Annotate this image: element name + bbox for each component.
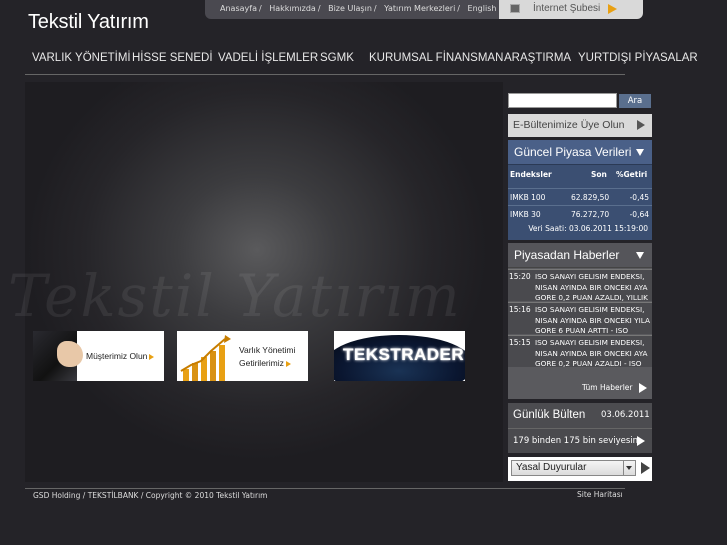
market-data-header[interactable]: Güncel Piyasa Verileri [508,140,652,165]
site-map-link[interactable]: Site Haritası [577,490,623,499]
index-last: 76.272,70 [571,210,610,219]
top-links-bar: Anasayfa / Hakkımızda / Bize Ulaşın / Yatır… [205,0,499,19]
column-endeksler: Endeksler [510,170,552,179]
table-row: IMKB 30 76.272,70 -0,64 [508,205,652,222]
legal-notices-panel: Yasal Duyurular [508,457,652,481]
table-row: IMKB 100 62.829,50 -0,45 [508,188,652,205]
nav-hisse-senedi[interactable]: HİSSE SENEDİ [132,52,213,64]
daily-bulletin-header: Günlük Bülten 03.06.2011 [508,403,652,429]
banner-label: Varlık Yönetimi Getirilerimiz [239,345,296,368]
market-news-panel: Piyasadan Haberler 15:20 ISO SANAYI GELI… [508,243,652,399]
index-name: IMKB 30 [510,210,541,219]
search-button[interactable]: Ara [619,94,651,108]
nav-varlik-yonetimi[interactable]: VARLIK YÖNETİMİ [32,52,131,64]
top-link-english[interactable]: English [468,4,497,13]
market-news-title: Piyasadan Haberler [514,248,620,262]
tekstrader-logo: TEKSTRADER [343,345,465,364]
banner-varlik-yonetimi-getirileri[interactable]: Varlık Yönetimi Getirilerimiz [177,331,308,381]
news-text: ISO SANAYI GELISIM ENDEKSI, NISAN AYINDA… [535,338,648,367]
market-data-columns: Endeksler Son %Getiri [508,166,652,182]
growth-chart-icon [180,335,231,381]
legal-notices-select[interactable]: Yasal Duyurular [511,460,636,476]
handshake-image [33,331,83,381]
go-arrow-button[interactable] [641,462,650,474]
index-last: 62.829,50 [571,193,610,202]
nav-divider [25,74,625,75]
nav-sgmk[interactable]: SGMK [320,52,354,64]
internet-branch-label: İnternet Şubesi [533,3,601,14]
banner-tekstrader[interactable]: TEKSTRADER [334,331,465,381]
daily-bulletin-text: 179 binden 175 bin seviyesin [513,436,639,446]
data-timestamp: Veri Saati: 03.06.2011 15:19:00 [528,224,648,233]
arrow-icon [285,360,291,367]
news-item[interactable]: 15:20 ISO SANAYI GELISIM ENDEKSI, NISAN … [508,269,652,301]
play-arrow-icon [608,4,617,14]
nav-vadeli-islemler[interactable]: VADELİ İŞLEMLER [218,52,318,64]
news-item[interactable]: 15:16 ISO SANAYI GELISIM ENDEKSI, NISAN … [508,302,652,334]
column-son: Son [591,170,607,179]
news-time: 15:20 [509,272,531,281]
search-input[interactable] [508,93,617,108]
top-link-yatirim-merkezleri[interactable]: Yatırım Merkezleri [384,4,455,13]
copyright-text: GSD Holding / TEKSTİLBANK / Copyright © … [33,491,268,500]
hero-watermark: Tekstil Yatırım [8,262,462,330]
footer-divider [25,488,625,489]
banner-musterimiz-olun[interactable]: Müşterimiz Olun [33,331,164,381]
market-data-title: Güncel Piyasa Verileri [514,145,632,159]
top-link-bize-ulasin[interactable]: Bize Ulaşın [328,4,372,13]
news-time: 15:15 [509,338,531,347]
chevron-down-icon [636,149,644,156]
market-data-panel: Güncel Piyasa Verileri Endeksler Son %Ge… [508,140,652,240]
ebulten-label: E-Bültenimize Üye Olun [513,119,625,131]
top-link-hakkimizda[interactable]: Hakkımızda [269,4,316,13]
play-arrow-icon [637,436,645,446]
play-arrow-icon [637,120,645,130]
news-item[interactable]: 15:15 ISO SANAYI GELISIM ENDEKSI, NISAN … [508,335,652,367]
daily-bulletin-date: 03.06.2011 [601,410,650,420]
chevron-down-icon [636,252,644,259]
column-getiri: %Getiri [616,170,648,179]
top-link-anasayfa[interactable]: Anasayfa [220,4,257,13]
index-change: -0,45 [629,193,649,202]
index-change: -0,64 [629,210,649,219]
daily-bulletin-link[interactable]: 179 binden 175 bin seviyesin [508,430,652,452]
daily-bulletin-panel: Günlük Bülten 03.06.2011 179 binden 175 … [508,403,652,453]
banner-label: Müşterimiz Olun [86,351,155,361]
ebulten-subscribe-button[interactable]: E-Bültenimize Üye Olun [508,114,652,137]
news-text: ISO SANAYI GELISIM ENDEKSI, NISAN AYINDA… [535,305,650,334]
play-arrow-icon [639,383,647,393]
top-links: Anasayfa / Hakkımızda / Bize Ulaşın / Yatır… [220,4,497,13]
internet-branch-button[interactable]: İnternet Şubesi [499,0,643,19]
index-name: IMKB 100 [510,193,546,202]
nav-yurtdisi-piyasalar[interactable]: YURTDIŞI PİYASALAR [578,52,698,64]
news-time: 15:16 [509,305,531,314]
news-text: ISO SANAYI GELISIM ENDEKSI, NISAN AYINDA… [535,272,648,301]
legal-notices-selected: Yasal Duyurular [516,462,587,473]
all-news-link[interactable]: Tüm Haberler [508,377,652,399]
chevron-down-icon [623,461,635,475]
nav-arastirma[interactable]: ARAŞTIRMA [504,52,571,64]
nav-kurumsal-finansman[interactable]: KURUMSAL FİNANSMAN [369,52,503,64]
daily-bulletin-title: Günlük Bülten [513,409,586,421]
all-news-label: Tüm Haberler [582,383,633,392]
arrow-icon [149,353,155,360]
market-news-header[interactable]: Piyasadan Haberler [508,243,652,268]
monitor-icon [510,4,520,13]
logo[interactable]: Tekstil Yatırım [28,11,149,34]
